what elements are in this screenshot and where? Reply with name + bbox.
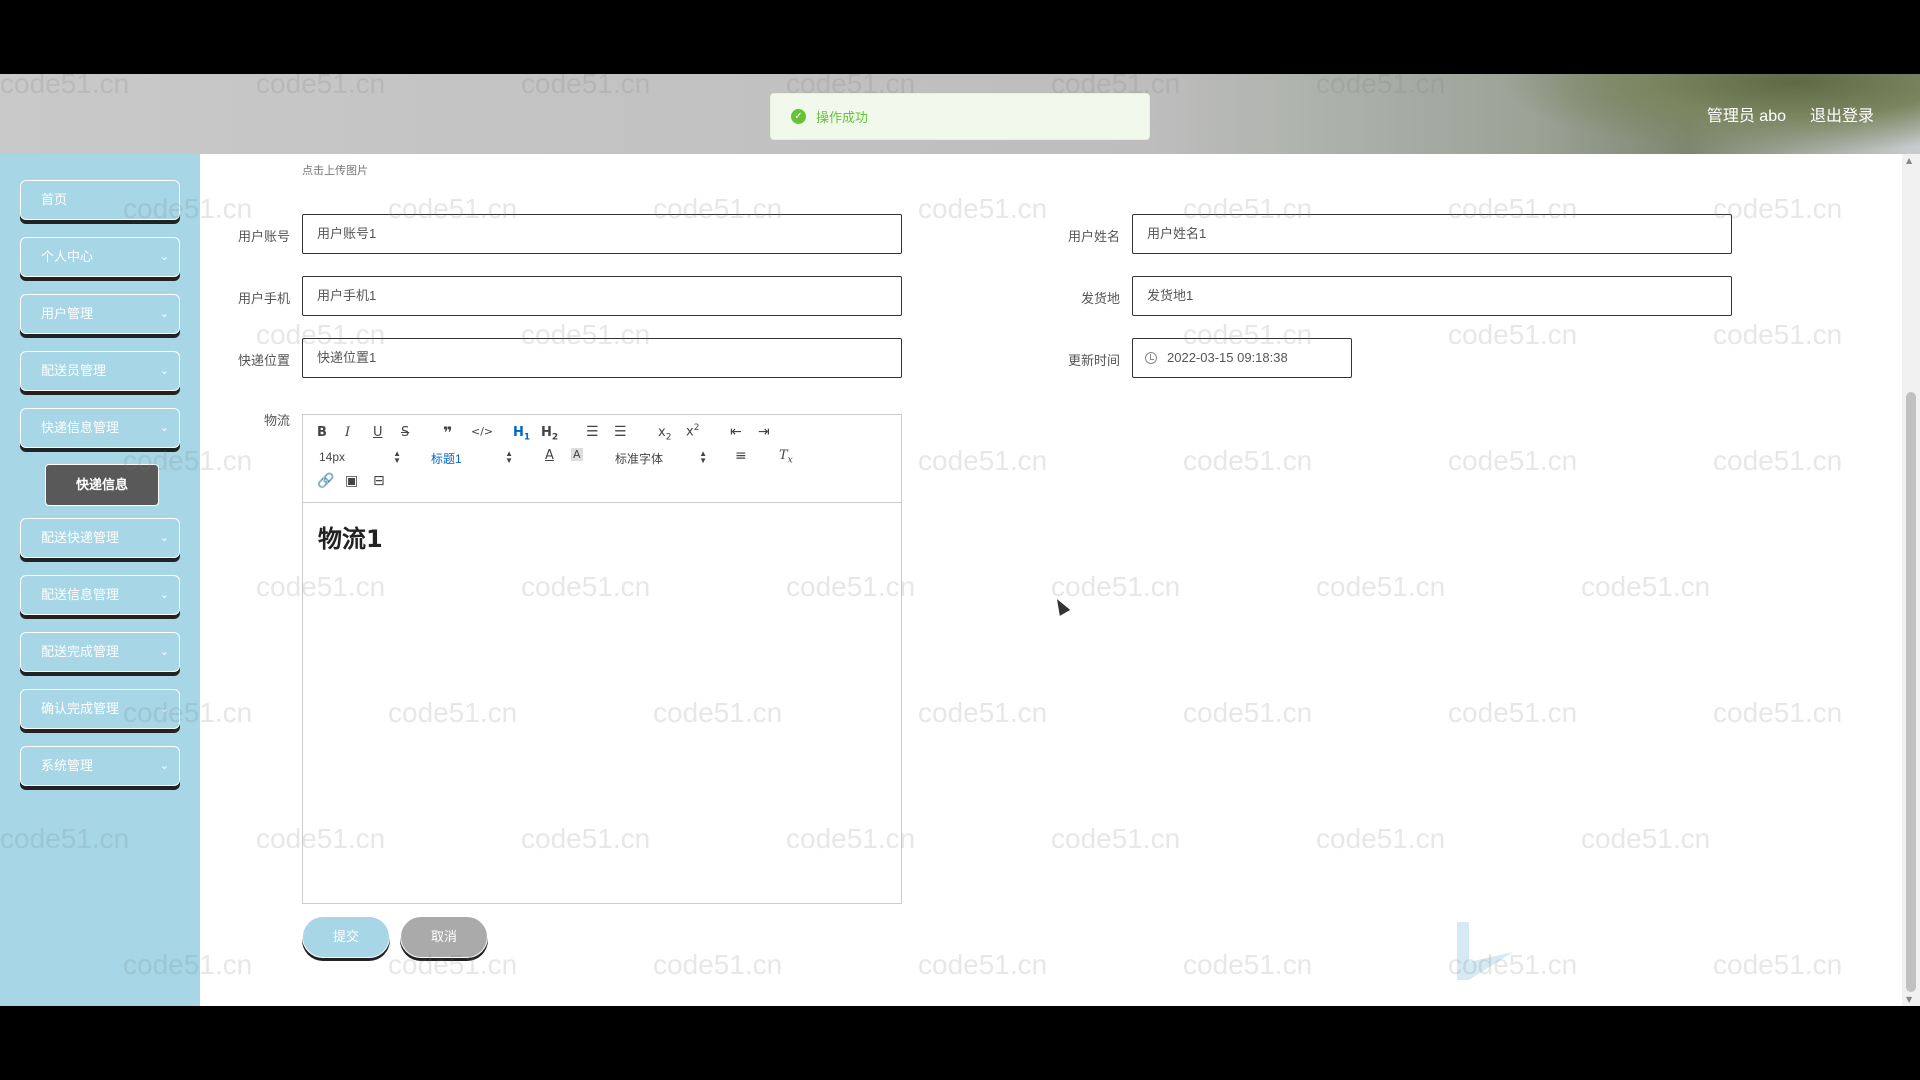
sidebar-item-label: 配送快递管理 [41, 530, 120, 545]
sidebar-item-label: 个人中心 [41, 249, 94, 264]
code-block-icon[interactable]: </> [471, 425, 493, 438]
label-phone: 用户手机 [237, 291, 290, 306]
chevron-down-icon: ⌄ [159, 251, 169, 263]
bold-icon[interactable]: B [317, 425, 327, 440]
chevron-down-icon: ⌄ [159, 589, 169, 601]
label-updated: 更新时间 [1067, 353, 1120, 368]
sidebar-item-delivery-info[interactable]: 配送信息管理 ⌄ [20, 575, 180, 615]
font-color-icon[interactable]: A [545, 448, 554, 463]
chevron-down-icon: ⌄ [159, 646, 169, 658]
scroll-up-icon[interactable]: ▲ [1906, 156, 1912, 165]
select-arrows-icon: ▲ ▼ [699, 449, 707, 465]
blockquote-icon[interactable]: ❞ [443, 423, 452, 442]
clock-icon [1145, 352, 1157, 364]
superscript-icon[interactable]: x2 [686, 423, 699, 439]
sidebar-item-label: 系统管理 [41, 758, 94, 773]
heading1-icon[interactable]: H1 [513, 425, 530, 443]
editor-content[interactable]: 物流1 [318, 519, 383, 554]
align-icon[interactable]: ≡ [735, 448, 747, 464]
sidebar-item-label: 快递信息管理 [41, 420, 120, 435]
chevron-down-icon: ⌄ [159, 703, 169, 715]
font-size-value: 14px [319, 450, 346, 464]
select-arrows-icon: ▲ ▼ [393, 449, 401, 465]
outdent-icon[interactable]: ⇤ [730, 424, 742, 440]
link-icon[interactable]: 🔗 [317, 473, 334, 489]
heading-select[interactable]: 标题1 ▲ ▼ [431, 449, 513, 467]
sidebar-item-couriers[interactable]: 配送员管理 ⌄ [20, 351, 180, 391]
sidebar-item-profile[interactable]: 个人中心 ⌄ [20, 237, 180, 277]
strikethrough-icon[interactable]: S [401, 425, 409, 440]
updated-datetime-picker[interactable]: 2022-03-15 09:18:38 [1132, 338, 1352, 378]
font-family-select[interactable]: 标准字体 ▲ ▼ [615, 449, 707, 467]
ordered-list-icon[interactable]: ☰ [586, 424, 599, 440]
label-name: 用户姓名 [1067, 229, 1120, 244]
success-toast: ✓ 操作成功 [770, 93, 1150, 140]
check-circle-icon: ✓ [791, 109, 806, 124]
page-scrollbar[interactable]: ▲ ▼ [1902, 154, 1920, 1006]
subscript-icon[interactable]: x2 [658, 425, 671, 443]
heading-value: 标题1 [431, 452, 462, 466]
account-input[interactable]: 用户账号1 [302, 214, 902, 254]
scroll-down-icon[interactable]: ▼ [1906, 995, 1912, 1004]
label-logistics: 物流 [263, 413, 290, 428]
indent-icon[interactable]: ⇥ [758, 424, 770, 440]
sidebar-item-users[interactable]: 用户管理 ⌄ [20, 294, 180, 334]
font-family-value: 标准字体 [615, 452, 664, 466]
sidebar-item-label: 配送完成管理 [41, 644, 120, 659]
toast-message: 操作成功 [816, 110, 869, 125]
cancel-button[interactable]: 取消 [400, 916, 488, 958]
chevron-down-icon: ⌄ [159, 365, 169, 377]
origin-input[interactable]: 发货地1 [1132, 276, 1732, 316]
image-icon[interactable]: ▣ [345, 473, 358, 489]
bullet-list-icon[interactable]: ☰ [614, 424, 627, 440]
chevron-down-icon: ⌄ [159, 760, 169, 772]
sidebar-item-label: 确认完成管理 [41, 701, 120, 716]
sidebar: 首页 个人中心 ⌄ 用户管理 ⌄ 配送员管理 ⌄ 快递信息管理 ⌄ 快递信息 配送快递管… [0, 154, 200, 1006]
phone-input[interactable]: 用户手机1 [302, 276, 902, 316]
logout-button[interactable]: 退出登录 [1810, 102, 1874, 126]
scrollbar-thumb[interactable] [1906, 392, 1916, 992]
sidebar-item-system[interactable]: 系统管理 ⌄ [20, 746, 180, 786]
chevron-down-icon: ⌄ [159, 532, 169, 544]
select-arrows-icon: ▲ ▼ [505, 449, 513, 465]
admin-name: 管理员 abo [1706, 108, 1786, 125]
underline-icon[interactable]: U [373, 425, 383, 440]
screen-frame: 管理员 abo 退出登录 ✓ 操作成功 首页 个人中心 ⌄ 用户管理 ⌄ 配送员管理… [0, 0, 1920, 1080]
sidebar-item-label: 配送信息管理 [41, 587, 120, 602]
label-account: 用户账号 [237, 229, 290, 244]
location-input[interactable]: 快递位置1 [302, 338, 902, 378]
chevron-down-icon: ⌄ [159, 308, 169, 320]
editor-toolbar: B I U S ❞ </> H1 H2 ☰ ☰ x2 x2 ⇤ ⇥ 14px ▲ ▼… [303, 415, 901, 503]
decorative-logo-icon [1457, 922, 1513, 980]
chevron-down-icon: ⌄ [159, 422, 169, 434]
rich-text-editor: B I U S ❞ </> H1 H2 ☰ ☰ x2 x2 ⇤ ⇥ 14px ▲ ▼… [302, 414, 902, 904]
sidebar-item-home[interactable]: 首页 [20, 180, 180, 220]
sidebar-subitem-parcel-info[interactable]: 快递信息 [45, 464, 159, 506]
sidebar-item-label: 配送员管理 [41, 363, 107, 378]
background-color-icon[interactable]: A [571, 448, 583, 461]
app-window: 管理员 abo 退出登录 ✓ 操作成功 首页 个人中心 ⌄ 用户管理 ⌄ 配送员管理… [0, 74, 1920, 1006]
name-input[interactable]: 用户姓名1 [1132, 214, 1732, 254]
sidebar-item-label: 首页 [41, 192, 68, 207]
sidebar-item-delivery-parcels[interactable]: 配送快递管理 ⌄ [20, 518, 180, 558]
clear-format-icon[interactable]: Tx [779, 448, 793, 466]
sidebar-item-confirm-done[interactable]: 确认完成管理 ⌄ [20, 689, 180, 729]
sidebar-item-parcel-info[interactable]: 快递信息管理 ⌄ [20, 408, 180, 448]
video-icon[interactable]: ⊟ [373, 473, 385, 489]
label-origin: 发货地 [1080, 291, 1120, 306]
label-location: 快递位置 [237, 353, 290, 368]
upload-hint[interactable]: 点击上传图片 [302, 162, 368, 178]
updated-datetime-value: 2022-03-15 09:18:38 [1167, 350, 1288, 365]
sidebar-item-label: 用户管理 [41, 306, 94, 321]
italic-icon[interactable]: I [345, 425, 350, 440]
submit-button[interactable]: 提交 [302, 916, 390, 958]
heading2-icon[interactable]: H2 [541, 425, 558, 443]
font-size-select[interactable]: 14px ▲ ▼ [319, 449, 401, 465]
sidebar-item-delivery-done[interactable]: 配送完成管理 ⌄ [20, 632, 180, 672]
